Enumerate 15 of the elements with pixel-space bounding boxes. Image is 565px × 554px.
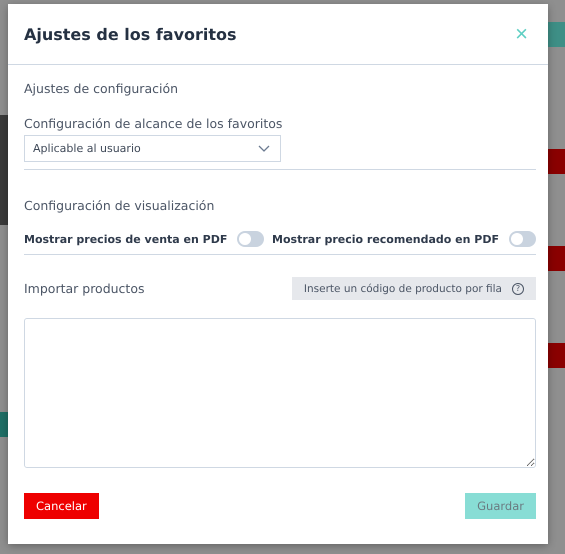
scope-dropdown[interactable]: Aplicable al usuario xyxy=(24,135,281,162)
chevron-down-icon xyxy=(258,144,270,152)
toggle-label: Mostrar precios de venta en PDF xyxy=(24,232,228,246)
toggle-label: Mostrar precio recomendado en PDF xyxy=(272,232,499,246)
product-codes-textarea[interactable] xyxy=(24,318,536,468)
section-heading: Configuración de visualización xyxy=(24,198,216,213)
help-icon[interactable]: ? xyxy=(512,282,524,294)
cancel-button[interactable]: Cancelar xyxy=(24,493,99,519)
toggle-switch[interactable] xyxy=(237,231,264,247)
field-label: Configuración de alcance de los favoritos xyxy=(24,116,284,131)
hint-text: Inserte un código de producto por fila xyxy=(304,282,502,294)
toggle-switch[interactable] xyxy=(509,231,536,247)
section-heading: Ajustes de configuración xyxy=(24,81,180,96)
section-heading: Importar productos xyxy=(24,281,144,296)
dialog-title: Ajustes de los favoritos xyxy=(24,24,237,44)
